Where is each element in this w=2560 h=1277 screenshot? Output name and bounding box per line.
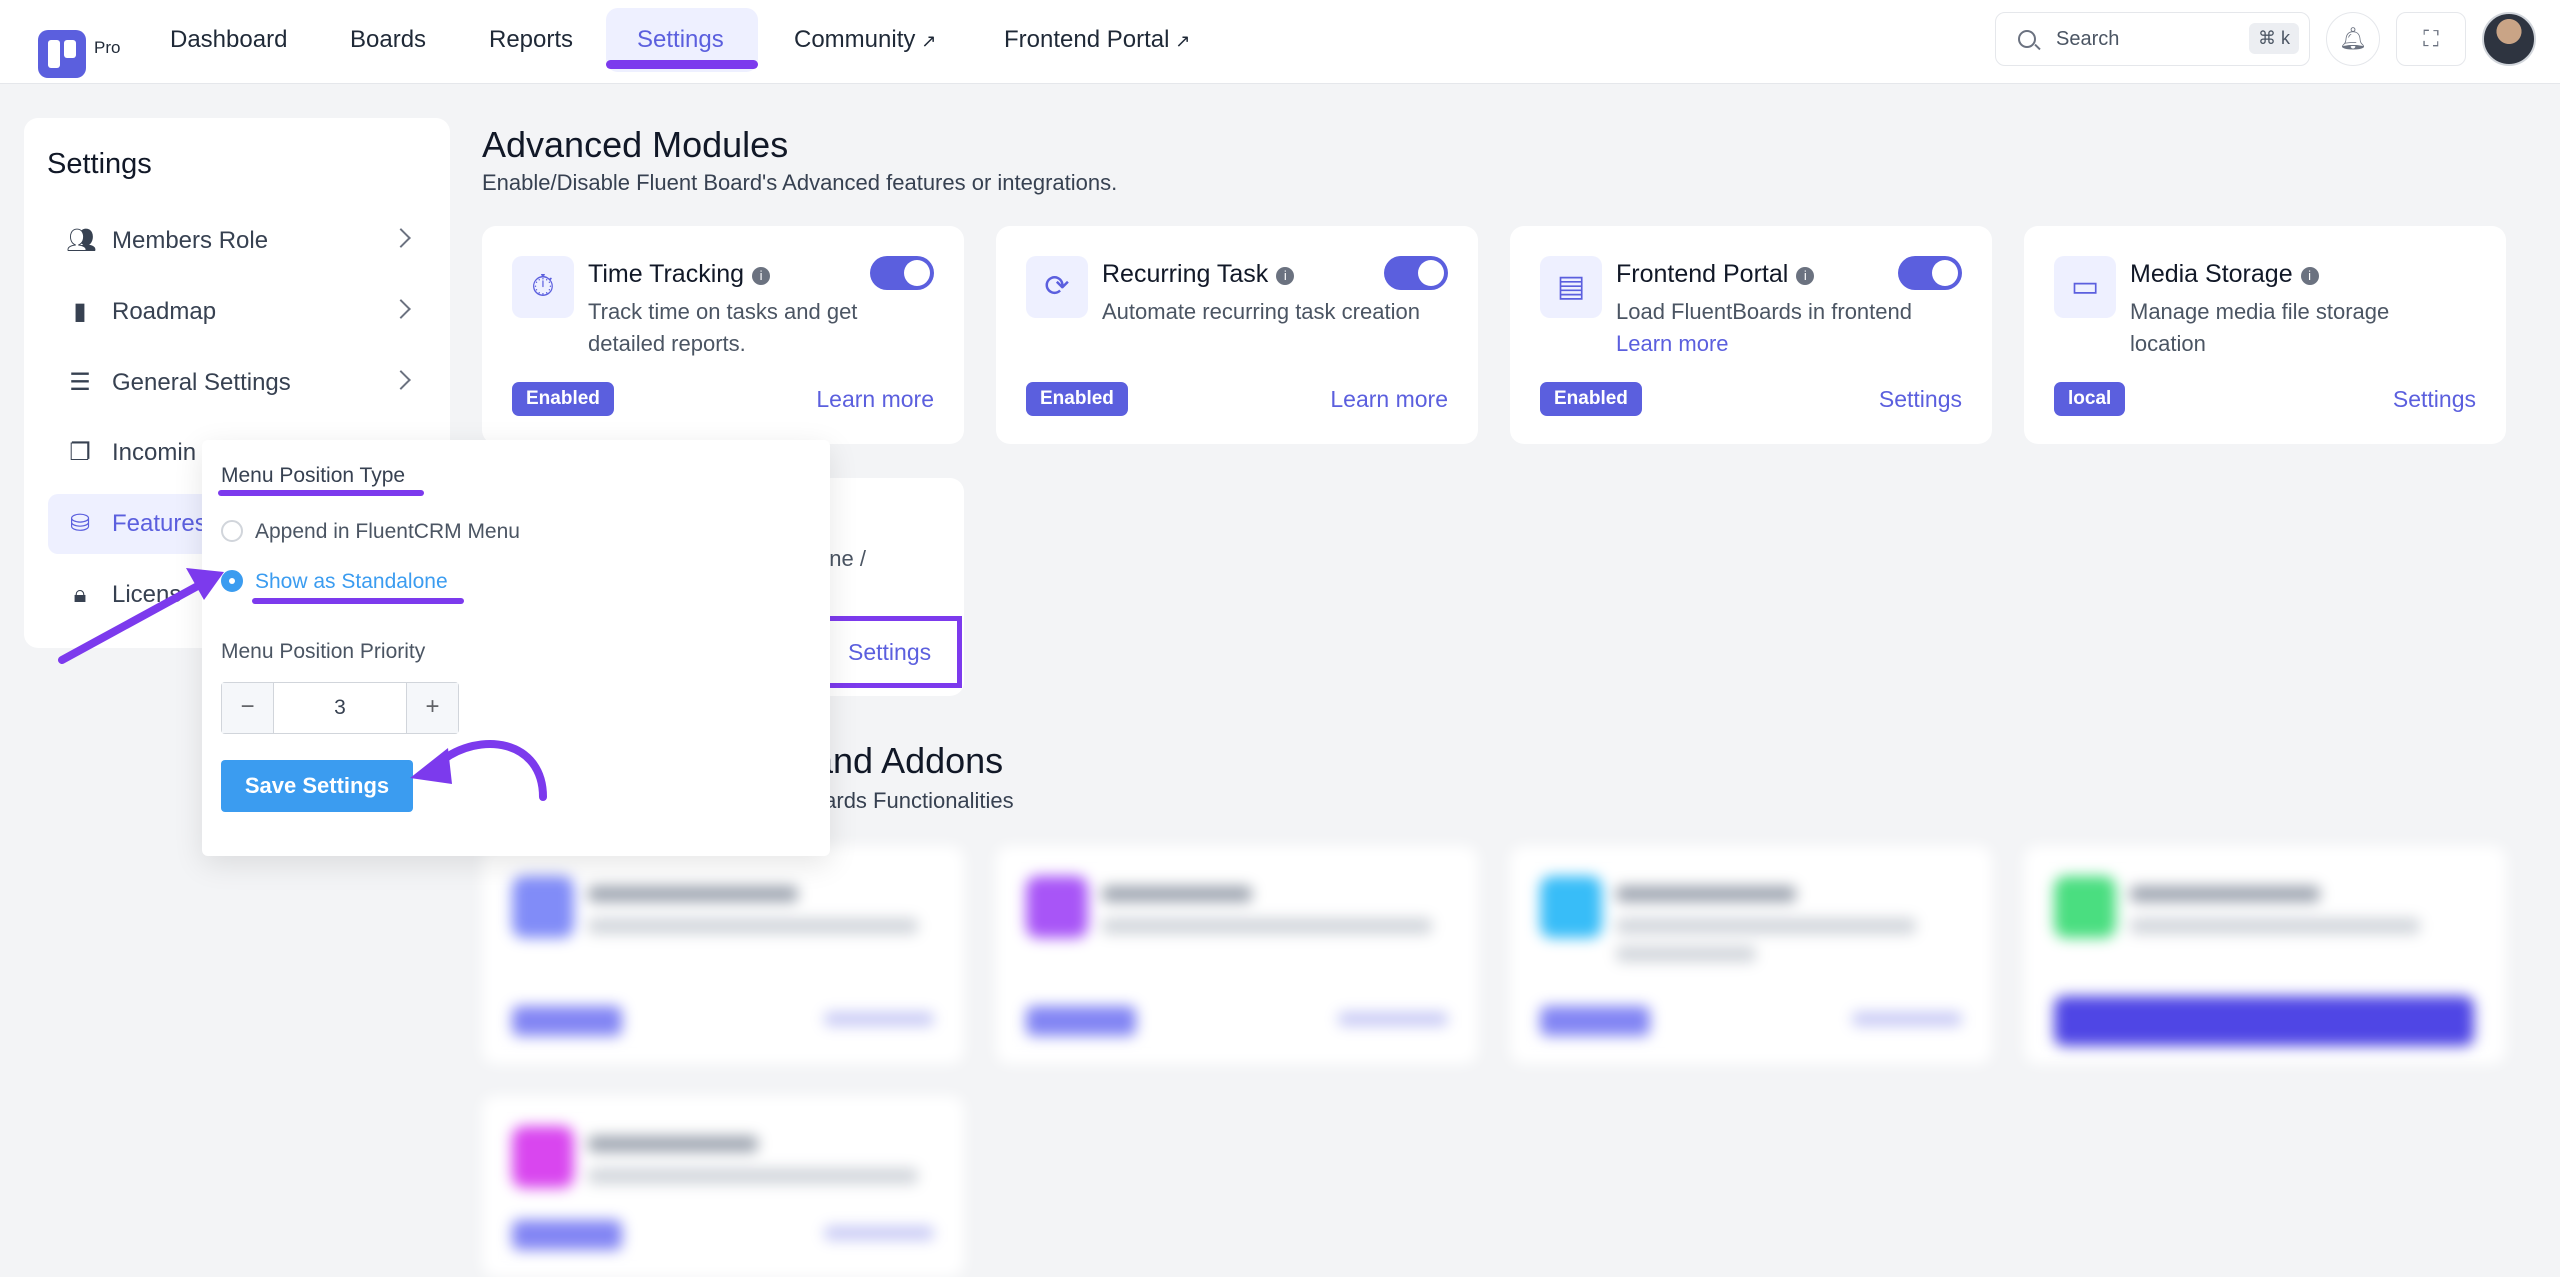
nav-dashboard[interactable]: Dashboard bbox=[170, 26, 287, 54]
decrement-button[interactable]: − bbox=[222, 683, 274, 733]
module-description: Automate recurring task creation bbox=[1102, 299, 1420, 324]
module-card-media-storage: ▭ Media Storage i Manage media file stora… bbox=[2024, 226, 2506, 444]
stopwatch-icon: ⏱︎ bbox=[512, 256, 574, 318]
top-bar: Pro Dashboard Boards Reports Settings Co… bbox=[0, 0, 2560, 84]
module-title: Media Storage i bbox=[2130, 260, 2319, 289]
sidebar-item-label: Roadmap bbox=[112, 298, 217, 325]
module-title-text: Time Tracking bbox=[588, 260, 745, 288]
search-placeholder: Search bbox=[2056, 28, 2120, 50]
nav-frontend-portal[interactable]: Frontend Portal ↗ bbox=[1004, 26, 1191, 54]
search-shortcut: ⌘ k bbox=[2248, 23, 2299, 54]
search-icon bbox=[2018, 30, 2036, 48]
settings-link[interactable]: Settings bbox=[848, 639, 931, 666]
page-title: Advanced Modules bbox=[482, 124, 789, 165]
nav-settings[interactable]: Settings bbox=[637, 26, 724, 54]
info-icon[interactable]: i bbox=[752, 267, 771, 285]
module-card-recurring-task: ⟳ Recurring Task i Automate recurring tas… bbox=[996, 226, 1478, 444]
status-badge: Enabled bbox=[1026, 382, 1128, 416]
module-card-time-tracking: ⏱︎ Time Tracking i Track time on tasks an… bbox=[482, 226, 964, 444]
features-icon: ⛁ bbox=[69, 510, 91, 537]
browser-window-icon: ▤ bbox=[1540, 256, 1602, 318]
nav-community[interactable]: Community ↗ bbox=[794, 26, 936, 54]
learn-more-link[interactable]: Learn more bbox=[816, 386, 934, 413]
module-title-text: Frontend Portal bbox=[1616, 260, 1789, 288]
module-title: Time Tracking i bbox=[588, 260, 771, 289]
increment-button[interactable]: + bbox=[406, 683, 458, 733]
lock-icon: 🔒︎ bbox=[73, 581, 87, 608]
learn-more-link[interactable]: Learn more bbox=[1330, 386, 1448, 413]
module-toggle[interactable] bbox=[1898, 256, 1962, 290]
nav-community-label: Community bbox=[794, 26, 916, 53]
avatar[interactable] bbox=[2482, 12, 2536, 66]
external-link-icon: ↗ bbox=[1175, 31, 1191, 51]
info-icon[interactable]: i bbox=[1796, 267, 1815, 285]
module-title: Recurring Task i bbox=[1102, 260, 1295, 289]
radio-label-standalone[interactable]: Show as Standalone bbox=[255, 570, 448, 594]
save-settings-button[interactable]: Save Settings bbox=[221, 760, 413, 812]
sidebar-item-label: Members Role bbox=[112, 227, 269, 254]
users-icon: 👥︎ bbox=[66, 227, 97, 254]
pro-label: Pro bbox=[94, 38, 121, 57]
sliders-icon: ☰ bbox=[69, 369, 91, 396]
sidebar-item-label: Licens bbox=[112, 581, 182, 608]
module-description: Manage media file storage location bbox=[2130, 299, 2390, 356]
nav-reports[interactable]: Reports bbox=[489, 26, 573, 54]
annotation-underline bbox=[252, 598, 464, 604]
module-description: Track time on tasks and get detailed rep… bbox=[588, 299, 858, 356]
learn-more-link[interactable]: Learn more bbox=[1616, 331, 1729, 356]
settings-link-highlight[interactable]: Settings bbox=[822, 616, 962, 688]
priority-stepper: − 3 + bbox=[221, 682, 459, 734]
sidebar-item-roadmap[interactable]: ▮ Roadmap bbox=[48, 282, 428, 342]
search-box[interactable]: Search ⌘ k bbox=[1995, 12, 2310, 66]
settings-link[interactable]: Settings bbox=[1879, 386, 1962, 413]
page-subtitle: Enable/Disable Fluent Board's Advanced f… bbox=[482, 170, 1118, 195]
menu-position-priority-label: Menu Position Priority bbox=[221, 640, 426, 663]
nav-settings-annotation-underline bbox=[606, 60, 758, 69]
annotation-underline bbox=[218, 490, 424, 496]
radio-show-standalone[interactable] bbox=[221, 570, 243, 592]
refresh-icon: ⟳ bbox=[1026, 256, 1088, 318]
bar-chart-icon: ▮ bbox=[73, 298, 87, 325]
info-icon[interactable]: i bbox=[2300, 267, 2319, 285]
menu-position-popover: Menu Position Type Append in FluentCRM M… bbox=[202, 440, 830, 856]
module-title: Frontend Portal i bbox=[1616, 260, 1815, 289]
nav-boards[interactable]: Boards bbox=[350, 26, 426, 54]
module-description: Load FluentBoards in frontend Learn more bbox=[1616, 296, 1956, 360]
chevron-right-icon bbox=[391, 228, 411, 248]
external-link-icon: ↗ bbox=[921, 31, 937, 51]
priority-input[interactable]: 3 bbox=[274, 696, 406, 720]
sidebar-item-label: Features bbox=[112, 510, 207, 537]
fluent-boards-logo-icon[interactable] bbox=[38, 30, 86, 78]
status-badge: local bbox=[2054, 382, 2126, 416]
fullscreen-icon[interactable]: ⛶ bbox=[2396, 12, 2466, 66]
chevron-right-icon bbox=[391, 299, 411, 319]
sidebar-item-label: General Settings bbox=[112, 369, 291, 396]
module-title-text: Recurring Task bbox=[1102, 260, 1269, 288]
status-badge: Enabled bbox=[512, 382, 614, 416]
sidebar-item-members-role[interactable]: 👥︎ Members Role bbox=[48, 211, 428, 271]
module-toggle[interactable] bbox=[1384, 256, 1448, 290]
hard-drive-icon: ▭ bbox=[2054, 256, 2116, 318]
module-description-text: Load FluentBoards in frontend bbox=[1616, 299, 1912, 324]
settings-link[interactable]: Settings bbox=[2393, 386, 2476, 413]
status-badge: Enabled bbox=[1540, 382, 1642, 416]
nav-frontend-portal-label: Frontend Portal bbox=[1004, 26, 1170, 53]
menu-position-type-label: Menu Position Type bbox=[221, 464, 406, 487]
sidebar-item-general-settings[interactable]: ☰ General Settings bbox=[48, 353, 428, 413]
sidebar-item-label: Incomin bbox=[112, 439, 197, 466]
bell-icon[interactable]: 🔔︎ bbox=[2326, 12, 2380, 66]
info-icon[interactable]: i bbox=[1276, 267, 1295, 285]
radio-label-append[interactable]: Append in FluentCRM Menu bbox=[255, 520, 520, 544]
radio-append-fluentcrm[interactable] bbox=[221, 520, 243, 542]
module-toggle[interactable] bbox=[870, 256, 934, 290]
module-card-frontend-portal: ▤ Frontend Portal i Load FluentBoards in … bbox=[1510, 226, 1992, 444]
chevron-right-icon bbox=[391, 370, 411, 390]
copy-icon: ❐ bbox=[69, 439, 91, 466]
module-title-text: Media Storage bbox=[2130, 260, 2293, 288]
sidebar-title: Settings bbox=[47, 148, 152, 180]
